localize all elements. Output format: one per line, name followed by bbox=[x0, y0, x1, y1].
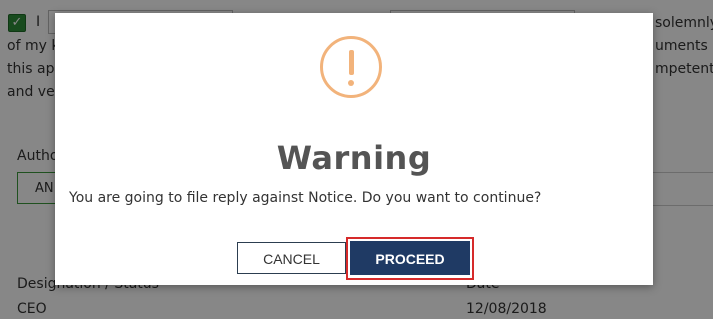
dialog-title: Warning bbox=[276, 139, 432, 177]
cancel-button[interactable]: CANCEL bbox=[237, 242, 346, 274]
proceed-button[interactable]: PROCEED bbox=[350, 241, 470, 275]
exclamation-circle-icon bbox=[320, 36, 382, 98]
warning-dialog: Warning You are going to file reply agai… bbox=[55, 13, 653, 285]
dialog-message: You are going to file reply against Noti… bbox=[69, 190, 542, 206]
